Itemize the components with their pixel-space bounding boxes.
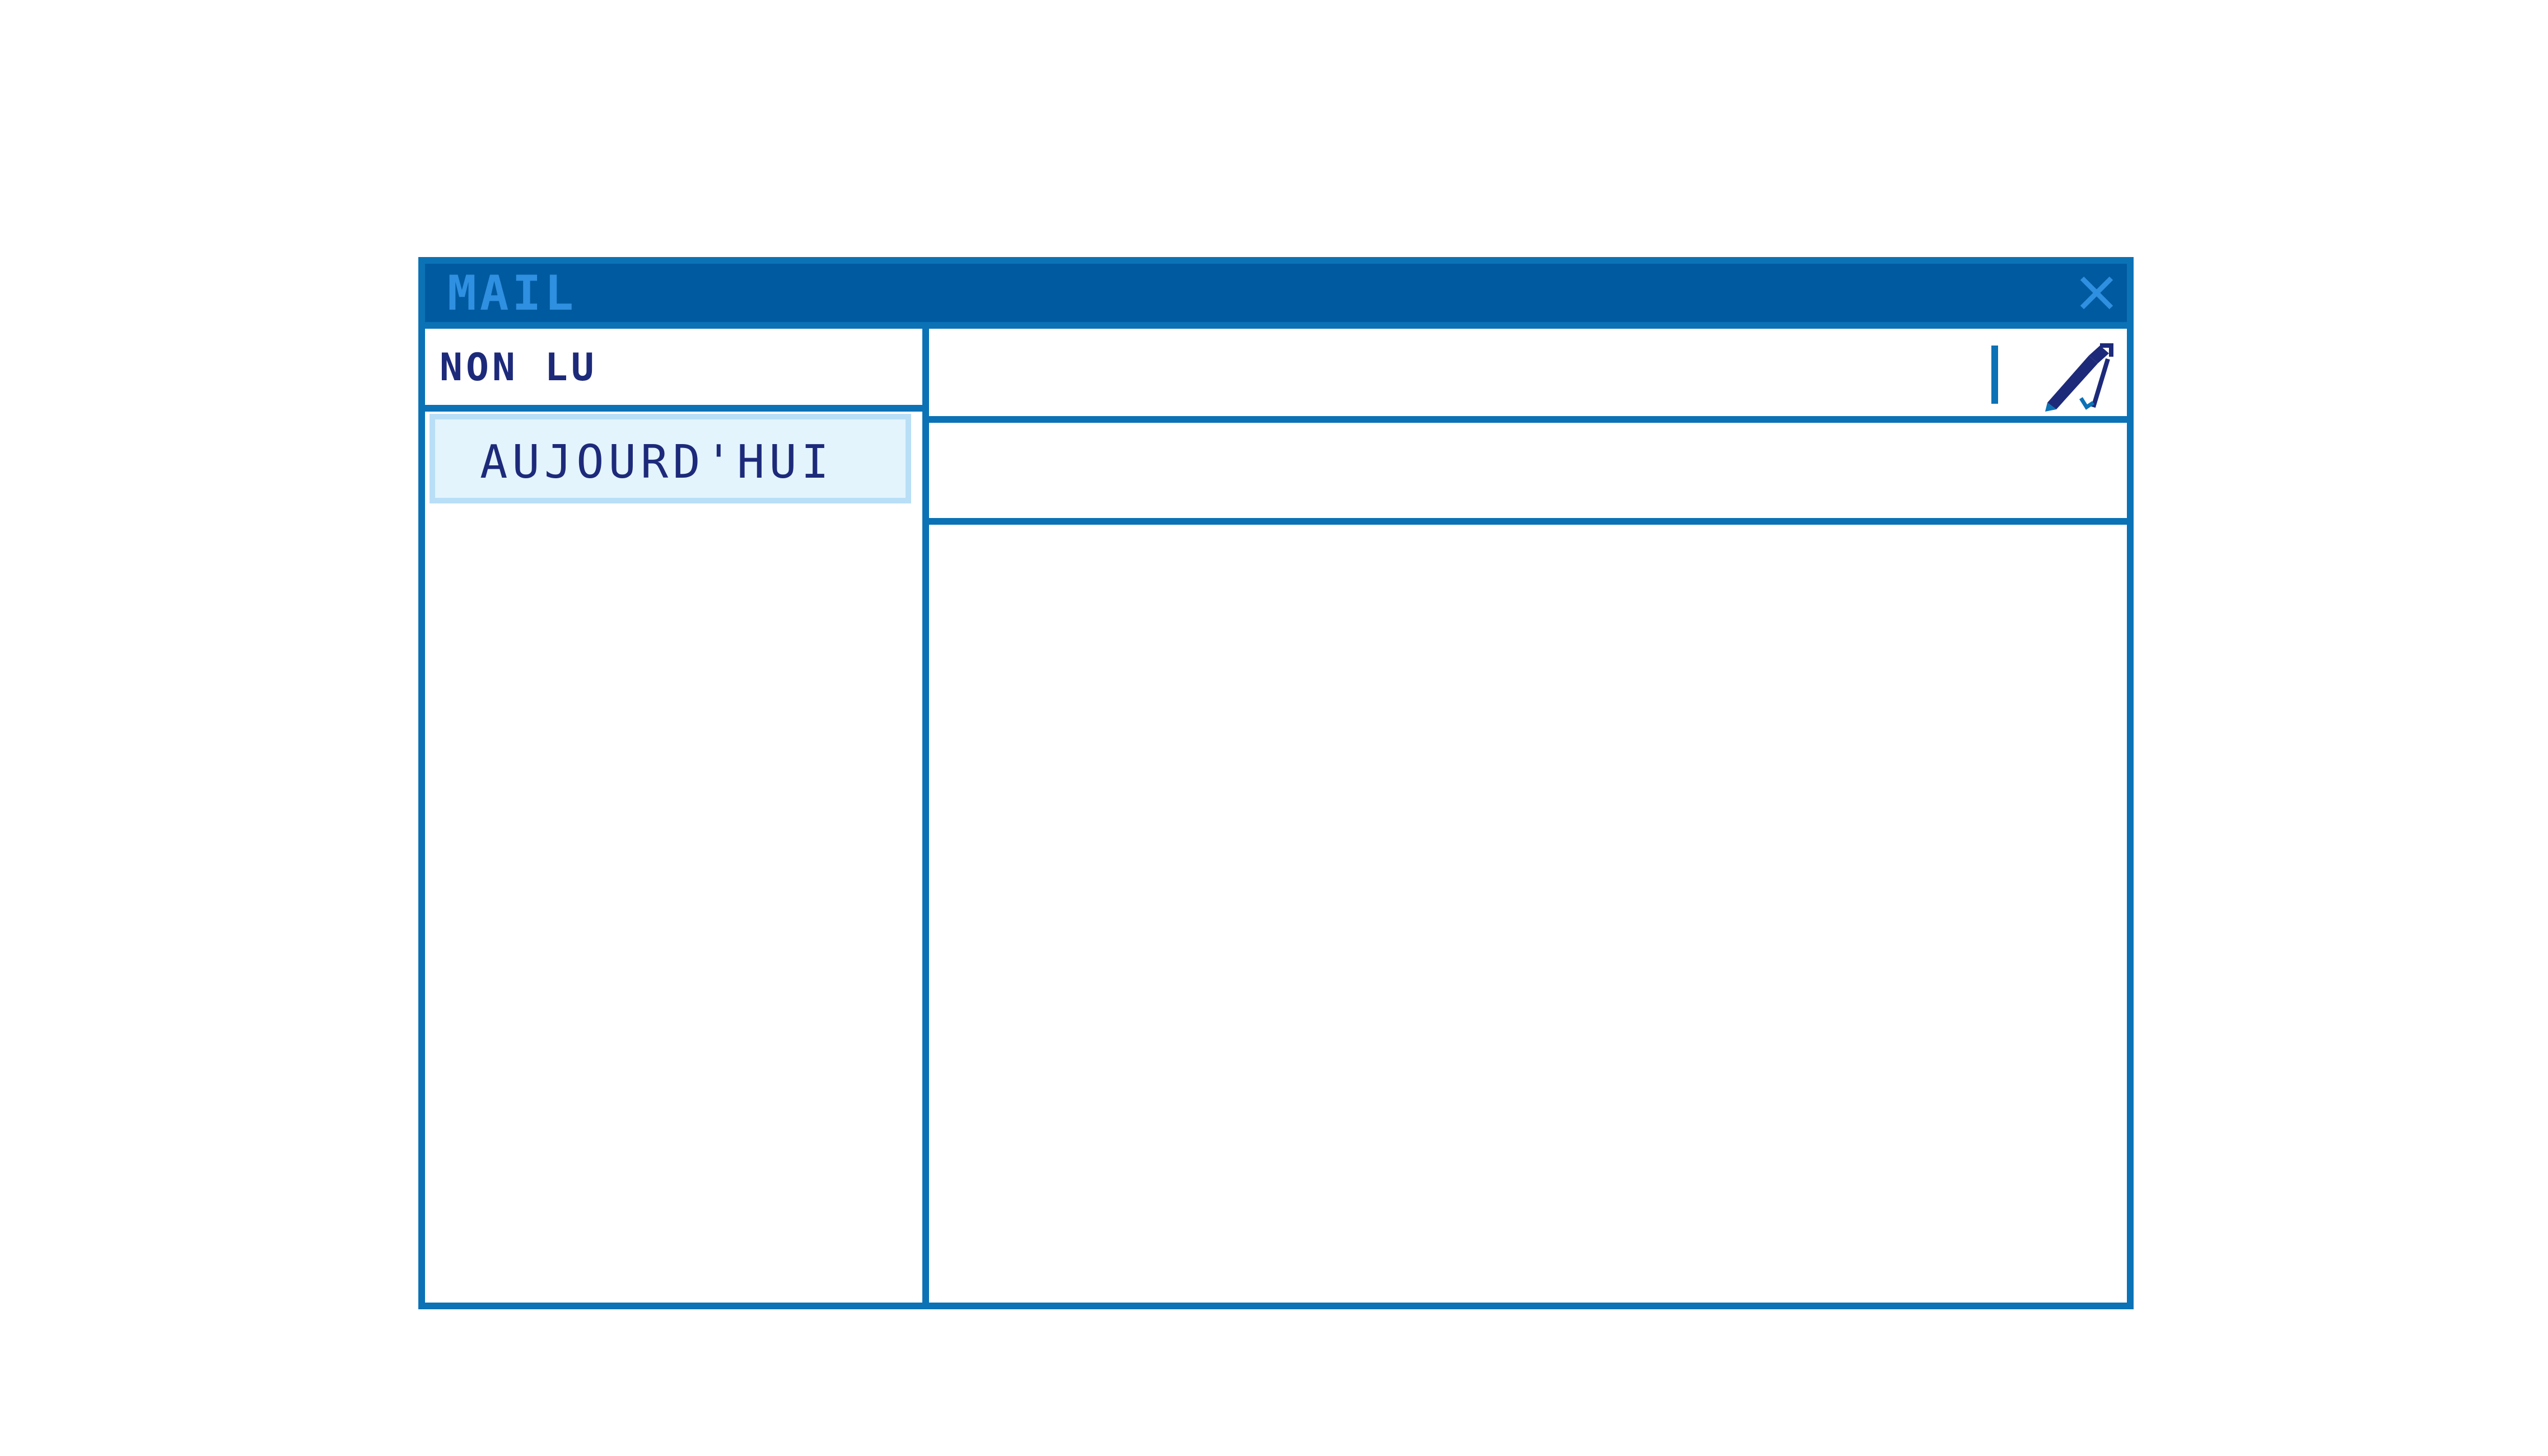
message-body — [929, 525, 2127, 1303]
close-button[interactable] — [2076, 273, 2117, 313]
folder-sidebar: NON LU AUJOURD'HUI — [425, 329, 929, 1303]
sidebar-header: NON LU — [425, 329, 922, 412]
list-item-today[interactable]: AUJOURD'HUI — [430, 414, 911, 503]
message-pane — [929, 329, 2127, 1303]
title-bar: MAIL — [425, 264, 2127, 329]
mail-window: MAIL NON LU AUJOURD'HUI — [418, 257, 2134, 1309]
compose-button[interactable] — [2037, 340, 2116, 413]
pencil-icon — [2045, 343, 2113, 412]
sidebar-header-label: NON LU — [440, 346, 598, 390]
window-title: MAIL — [447, 265, 577, 321]
list-item-label: AUJOURD'HUI — [480, 436, 834, 489]
subject-bar — [929, 423, 2127, 525]
message-toolbar — [929, 329, 2127, 423]
close-icon — [2080, 276, 2113, 310]
toolbar-divider — [1991, 346, 1998, 404]
